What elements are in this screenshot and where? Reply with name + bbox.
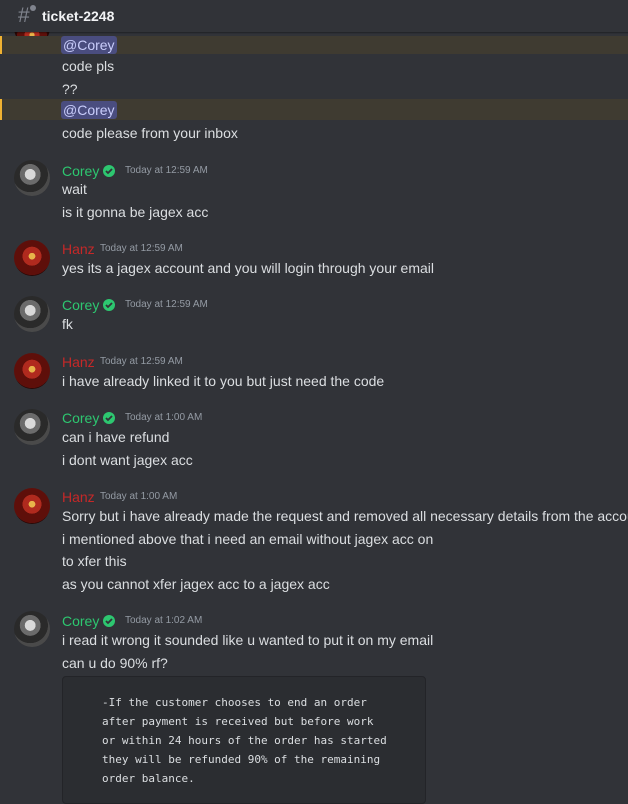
code-line: after payment is received but before wor… [102, 715, 374, 728]
timestamp[interactable]: Today at 1:02 AM [125, 615, 202, 627]
message-text: i dont want jagex acc [62, 452, 193, 468]
message-text: wait [62, 181, 87, 197]
code-line: -If the customer chooses to end an order [102, 696, 367, 709]
author-name[interactable]: Corey [62, 612, 99, 630]
timestamp[interactable]: Today at 1:00 AM [125, 412, 202, 424]
timestamp[interactable]: Today at 12:59 AM [125, 299, 208, 311]
message-text: can i have refund [62, 429, 170, 445]
user-mention[interactable]: @Corey [61, 101, 117, 119]
message-text: as you cannot xfer jagex acc to a jagex … [62, 576, 330, 592]
message-text: can u do 90% rf? [62, 655, 168, 671]
timestamp[interactable]: Today at 1:00 AM [100, 491, 177, 503]
avatar-hanz[interactable] [14, 353, 50, 389]
message-text: code please from your inbox [62, 125, 238, 141]
verified-badge-icon [103, 165, 115, 177]
author-name[interactable]: Corey [62, 162, 99, 180]
message-text: yes its a jagex account and you will log… [62, 260, 434, 276]
timestamp[interactable]: Today at 12:59 AM [125, 165, 208, 177]
avatar-corey[interactable] [14, 409, 50, 445]
user-mention[interactable]: @Corey [61, 36, 117, 54]
message-text: Sorry but i have already made the reques… [62, 508, 628, 524]
message-text: i read it wrong it sounded like u wanted… [62, 632, 434, 648]
author-name[interactable]: Corey [62, 409, 99, 427]
thread-dot-icon [30, 5, 36, 11]
avatar-hanz[interactable] [14, 488, 50, 524]
timestamp[interactable]: Today at 12:59 AM [100, 243, 183, 255]
hashtag-icon: # [18, 4, 30, 27]
message-text: i mentioned above that i need an email w… [62, 531, 434, 547]
message-text: ?? [62, 81, 78, 97]
avatar-hanz[interactable] [14, 240, 50, 276]
verified-badge-icon [103, 615, 115, 627]
message-text: fk [62, 316, 73, 332]
channel-name[interactable]: ticket-2248 [42, 8, 114, 24]
code-line: order balance. [102, 772, 195, 785]
author-name[interactable]: Hanz [62, 240, 95, 258]
channel-header: # ticket-2248 [0, 0, 628, 32]
verified-badge-icon [103, 299, 115, 311]
author-name[interactable]: Hanz [62, 488, 95, 506]
code-line: or within 24 hours of the order has star… [102, 734, 387, 747]
code-line: they will be refunded 90% of the remaini… [102, 753, 381, 766]
avatar-corey[interactable] [14, 611, 50, 647]
avatar-corey[interactable] [14, 160, 50, 196]
timestamp[interactable]: Today at 12:59 AM [100, 356, 183, 368]
message-text: i have already linked it to you but just… [62, 373, 385, 389]
message-text: to xfer this [62, 553, 127, 569]
avatar-corey[interactable] [14, 296, 50, 332]
author-name[interactable]: Corey [62, 296, 99, 314]
message-text: code pls [62, 58, 115, 74]
verified-badge-icon [103, 412, 115, 424]
message-text: is it gonna be jagex acc [62, 204, 209, 220]
author-name[interactable]: Hanz [62, 353, 95, 371]
